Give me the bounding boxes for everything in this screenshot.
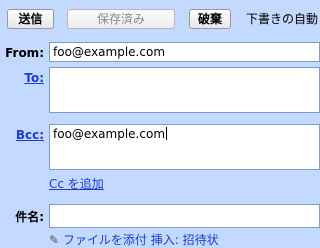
subject-label: 件名:: [15, 210, 44, 224]
from-value: foo@example.com: [53, 45, 166, 59]
bcc-link[interactable]: Bcc:: [16, 127, 44, 143]
from-label: From:: [5, 46, 44, 60]
from-field[interactable]: foo@example.com: [49, 42, 320, 62]
discard-button[interactable]: 破棄: [189, 9, 231, 29]
subject-field[interactable]: [49, 204, 320, 228]
paperclip-icon: ✎: [49, 233, 60, 247]
bcc-value: foo@example.com: [53, 127, 166, 141]
send-button[interactable]: 送信: [7, 9, 54, 29]
save-button[interactable]: 保存済み: [67, 9, 175, 29]
bcc-field[interactable]: foo@example.com: [49, 124, 320, 170]
attach-row[interactable]: ✎ ファイルを添付 挿入: 招待状: [49, 232, 219, 248]
to-link[interactable]: To:: [24, 70, 44, 86]
attach-link[interactable]: ファイルを添付 挿入: 招待状: [63, 233, 219, 247]
text-caret: [166, 127, 168, 140]
to-field[interactable]: [49, 67, 320, 113]
draft-autosave-status: 下書きの自動: [246, 12, 319, 26]
add-cc-link[interactable]: Cc を追加: [49, 176, 104, 192]
